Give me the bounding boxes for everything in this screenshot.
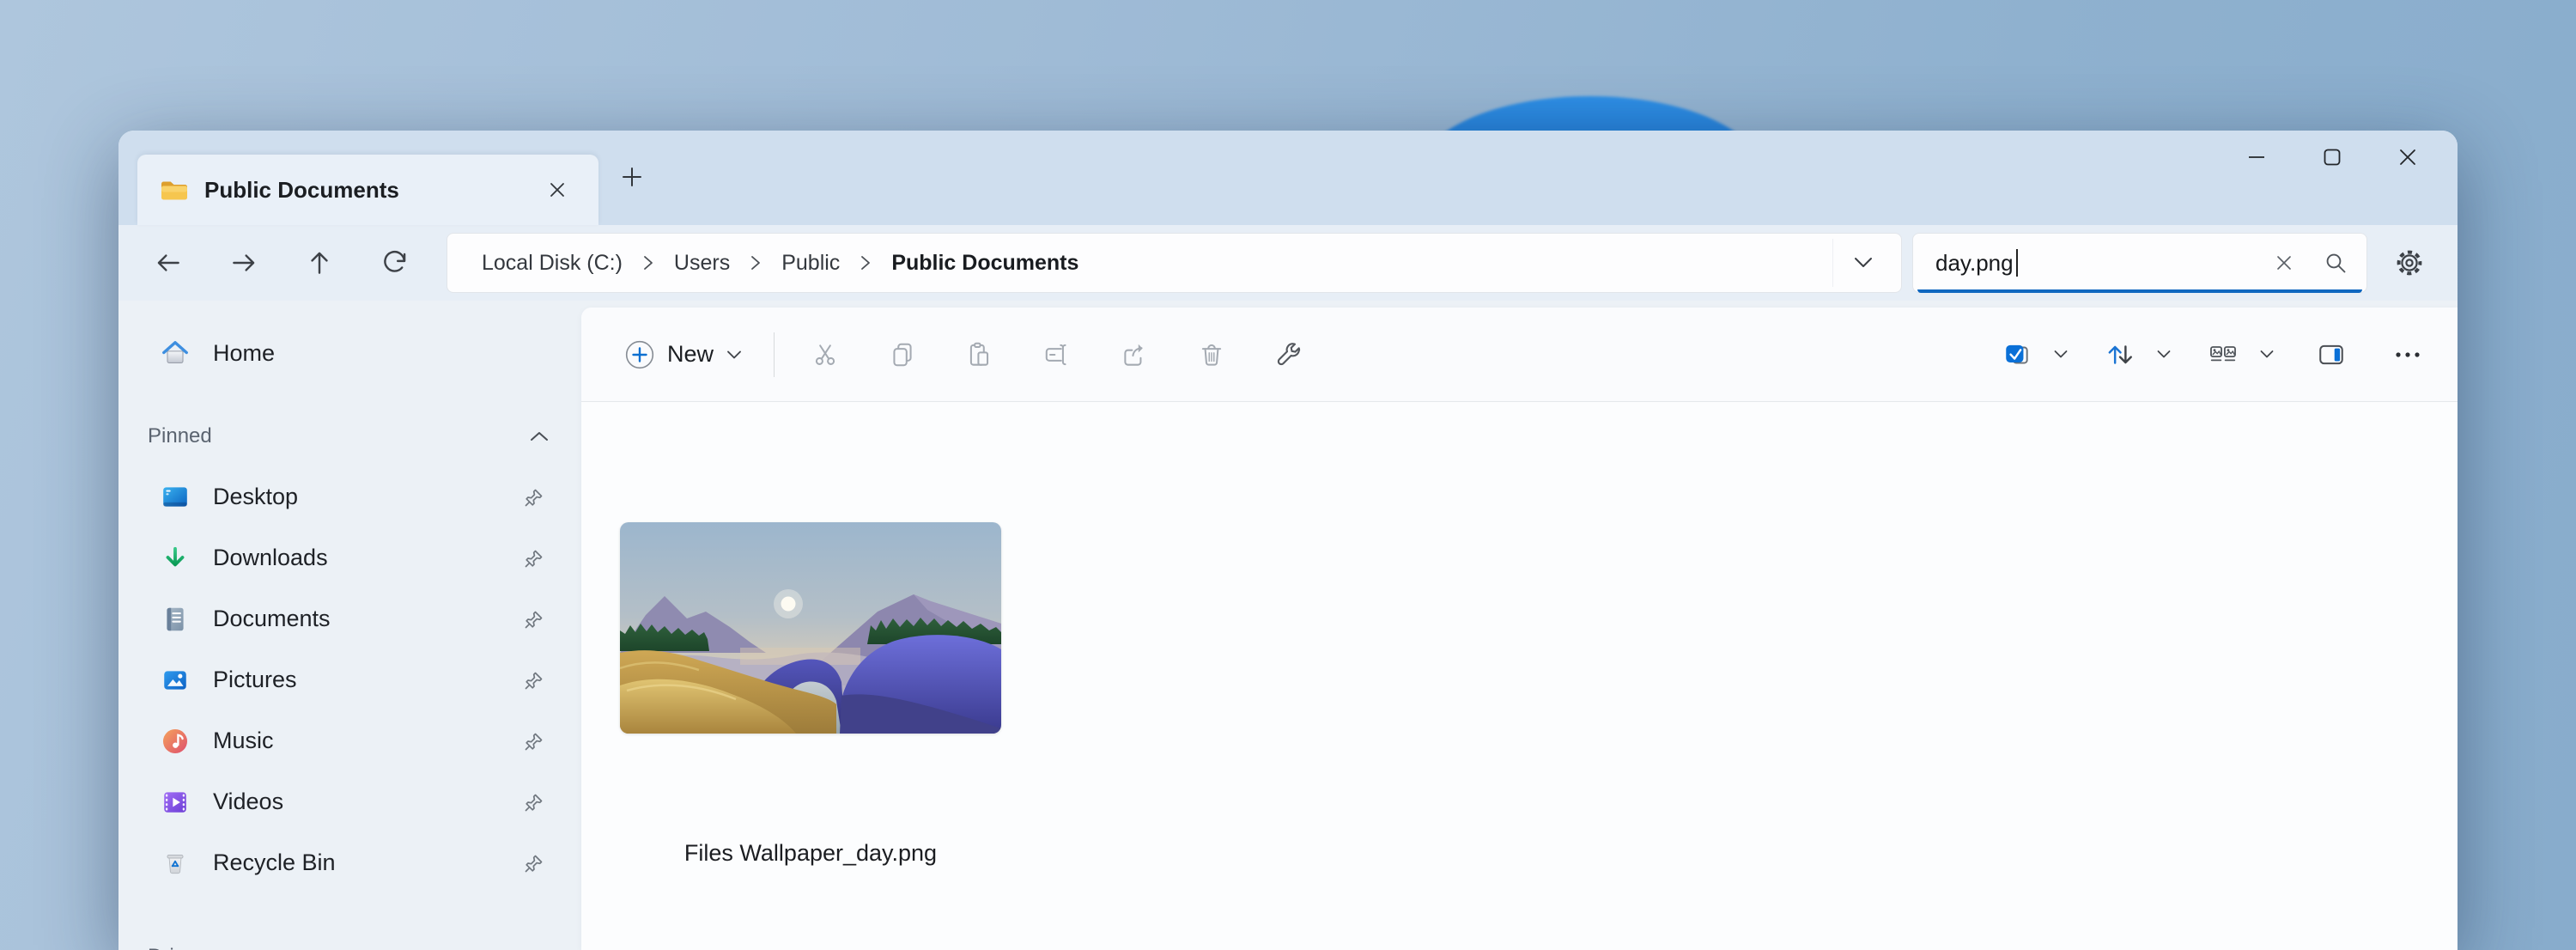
file-name-label: Files Wallpaper_day.png: [620, 840, 1001, 867]
text-caret: [2016, 249, 2018, 277]
new-tab-button[interactable]: [613, 155, 651, 199]
music-icon: [160, 727, 191, 756]
home-icon: [160, 338, 191, 368]
gear-icon[interactable]: [2381, 234, 2438, 291]
pin-icon: [522, 729, 546, 753]
title-bar: Public Documents: [118, 131, 2458, 225]
sidebar-item-videos[interactable]: Videos: [125, 771, 574, 832]
paste-icon[interactable]: [941, 320, 1018, 389]
select-dropdown-chevron-icon[interactable]: [2044, 327, 2078, 382]
sidebar-section-drives[interactable]: Drives: [118, 929, 581, 950]
sidebar-item-desktop[interactable]: Desktop: [125, 466, 574, 527]
see-more-icon[interactable]: [2384, 320, 2432, 389]
recycle-bin-icon: [160, 849, 191, 878]
tab-close-icon[interactable]: [538, 171, 576, 209]
search-input[interactable]: day.png: [1912, 233, 2367, 293]
sidebar-item-pictures[interactable]: Pictures: [125, 649, 574, 710]
sidebar-item-label: Documents: [213, 606, 331, 632]
rename-icon[interactable]: [1018, 320, 1096, 389]
clear-search-icon[interactable]: [2258, 239, 2310, 287]
plus-circle-icon: [624, 339, 655, 370]
delete-icon[interactable]: [1173, 320, 1250, 389]
breadcrumb-public[interactable]: Public: [780, 246, 841, 281]
file-list-area[interactable]: Files Wallpaper_day.png: [581, 402, 2458, 950]
close-button[interactable]: [2370, 131, 2445, 184]
videos-icon: [160, 788, 191, 817]
view-dropdown-chevron-icon[interactable]: [2250, 327, 2284, 382]
address-dropdown-chevron-icon[interactable]: [1832, 239, 1893, 287]
view-layout-icon[interactable]: [2196, 320, 2250, 389]
back-icon[interactable]: [137, 235, 199, 290]
sidebar-item-label: Pictures: [213, 667, 297, 693]
sidebar-item-label: Home: [213, 340, 275, 367]
chevron-right-icon: [749, 253, 762, 272]
sidebar-item-recycle-bin[interactable]: Recycle Bin: [125, 832, 574, 893]
breadcrumb-users[interactable]: Users: [672, 246, 732, 281]
select-icon[interactable]: [1990, 320, 2044, 389]
main-panel: New: [581, 308, 2458, 950]
tab-public-documents[interactable]: Public Documents: [137, 155, 598, 225]
sidebar-item-home[interactable]: Home: [125, 324, 574, 382]
forward-icon[interactable]: [213, 235, 275, 290]
file-item[interactable]: Files Wallpaper_day.png: [620, 522, 1001, 867]
desktop-icon: [160, 483, 191, 512]
copy-icon[interactable]: [864, 320, 941, 389]
sidebar-item-label: Recycle Bin: [213, 850, 336, 876]
up-icon[interactable]: [289, 235, 350, 290]
pin-icon: [522, 790, 546, 814]
folder-icon: [160, 178, 189, 202]
sidebar-item-downloads[interactable]: Downloads: [125, 527, 574, 588]
window-body: Home Pinned: [118, 301, 2458, 950]
sidebar-item-label: Music: [213, 728, 274, 754]
tab-title: Public Documents: [204, 177, 399, 204]
sidebar-item-label: Videos: [213, 789, 283, 815]
sidebar-item-documents[interactable]: Documents: [125, 588, 574, 649]
minimize-button[interactable]: [2219, 131, 2294, 184]
pin-icon: [522, 851, 546, 875]
sidebar-section-pinned[interactable]: Pinned: [118, 409, 581, 464]
sidebar-item-music[interactable]: Music: [125, 710, 574, 771]
documents-icon: [160, 605, 191, 634]
pin-icon: [522, 607, 546, 631]
section-label: Drives: [148, 945, 206, 950]
search-value: day.png: [1935, 250, 2014, 277]
sort-dropdown-chevron-icon[interactable]: [2147, 327, 2181, 382]
chevron-right-icon: [641, 253, 655, 272]
divider: [774, 332, 775, 377]
details-pane-icon[interactable]: [2305, 320, 2358, 389]
share-icon[interactable]: [1096, 320, 1173, 389]
search-icon[interactable]: [2310, 239, 2361, 287]
downloads-icon: [160, 544, 191, 573]
chevron-up-icon[interactable]: [528, 429, 550, 443]
pictures-icon: [160, 666, 191, 695]
sidebar-item-label: Desktop: [213, 484, 298, 510]
breadcrumb-local-disk[interactable]: Local Disk (C:): [480, 246, 624, 281]
section-label: Pinned: [148, 424, 212, 448]
new-button[interactable]: New: [612, 331, 755, 379]
cut-icon[interactable]: [787, 320, 864, 389]
breadcrumb-public-documents[interactable]: Public Documents: [890, 246, 1080, 281]
pin-icon: [522, 668, 546, 692]
sidebar-item-label: Downloads: [213, 545, 328, 571]
new-button-label: New: [667, 341, 714, 368]
chevron-down-icon: [726, 349, 743, 361]
navigation-pane: Home Pinned: [118, 301, 581, 950]
pin-icon: [522, 546, 546, 570]
refresh-icon[interactable]: [364, 235, 426, 290]
view-tools: [1990, 320, 2432, 389]
maximize-button[interactable]: [2294, 131, 2370, 184]
pin-icon: [522, 485, 546, 509]
chevron-right-icon: [859, 253, 872, 272]
search-focus-underline: [1917, 289, 2362, 293]
file-thumbnail: [620, 522, 1001, 734]
address-bar-row: Local Disk (C:) Users Public Public Docu…: [118, 225, 2458, 301]
breadcrumb-bar[interactable]: Local Disk (C:) Users Public Public Docu…: [447, 233, 1902, 293]
file-explorer-window: Public Documents: [118, 131, 2458, 950]
window-caption-buttons: [2219, 131, 2445, 184]
tools-wrench-icon[interactable]: [1250, 320, 1327, 389]
sort-icon[interactable]: [2093, 320, 2147, 389]
command-bar: New: [581, 308, 2458, 402]
